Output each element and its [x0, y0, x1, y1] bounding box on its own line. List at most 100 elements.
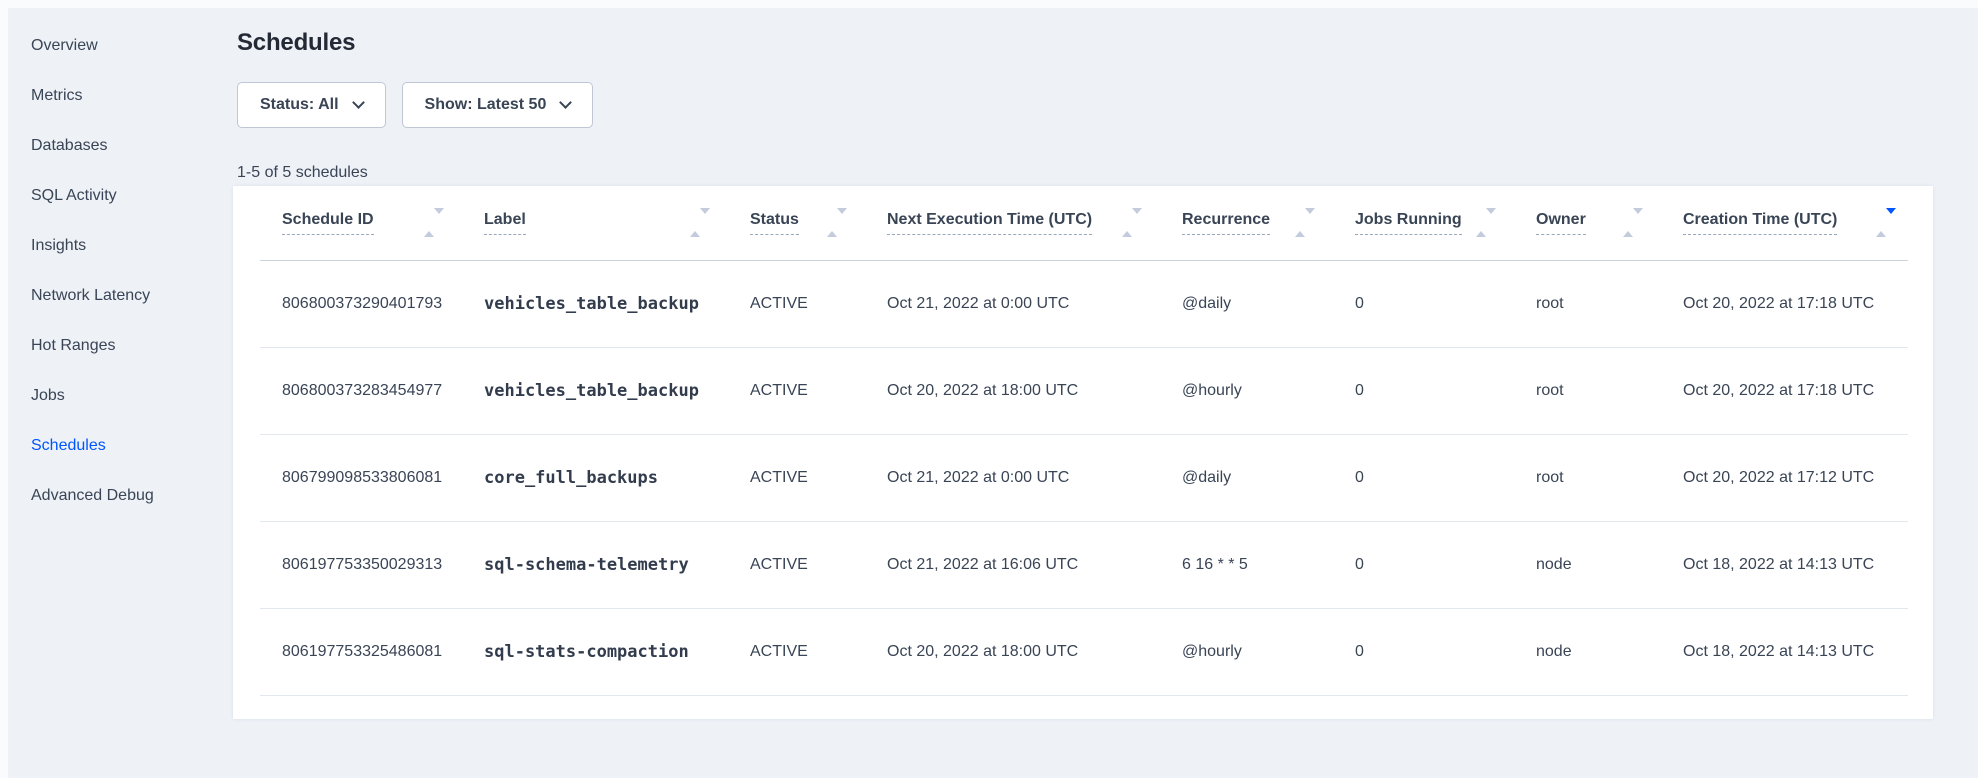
- sidebar-item-label: Overview: [31, 37, 98, 55]
- filter-bar: Status: All Show: Latest 50: [237, 82, 1978, 128]
- cell-owner: node: [1536, 521, 1683, 608]
- sort-icon[interactable]: [1623, 214, 1643, 232]
- cell-status: ACTIVE: [750, 608, 887, 695]
- cell-jobs-running: 0: [1355, 608, 1536, 695]
- cell-status: ACTIVE: [750, 434, 887, 521]
- sort-up-arrow-icon: [1623, 214, 1633, 237]
- column-header-schedule-id[interactable]: Schedule ID: [260, 186, 484, 260]
- cell-label: sql-stats-compaction: [484, 608, 750, 695]
- cell-recurrence: @hourly: [1182, 347, 1355, 434]
- sort-icon[interactable]: [424, 214, 444, 232]
- sidebar-item-databases[interactable]: Databases: [8, 121, 233, 171]
- sort-icon[interactable]: [1876, 214, 1896, 232]
- column-label: Next Execution Time (UTC): [887, 211, 1092, 235]
- sidebar-item-label: SQL Activity: [31, 187, 117, 205]
- column-header-creation-time[interactable]: Creation Time (UTC): [1683, 186, 1908, 260]
- main-content: Schedules Status: All Show: Latest 50 1-…: [233, 8, 1978, 719]
- cell-schedule-id: 806197753350029313: [260, 521, 484, 608]
- cell-schedule-id: 806197753325486081: [260, 608, 484, 695]
- sidebar-nav-list: Overview Metrics Databases SQL Activity Insi…: [8, 21, 233, 521]
- column-label: Recurrence: [1182, 211, 1270, 235]
- cell-creation-time: Oct 20, 2022 at 17:18 UTC: [1683, 347, 1908, 434]
- column-header-label[interactable]: Label: [484, 186, 750, 260]
- cell-next-execution: Oct 21, 2022 at 16:06 UTC: [887, 521, 1182, 608]
- sidebar-item-insights[interactable]: Insights: [8, 221, 233, 271]
- column-header-jobs-running[interactable]: Jobs Running: [1355, 186, 1536, 260]
- column-header-owner[interactable]: Owner: [1536, 186, 1683, 260]
- sidebar-item-jobs[interactable]: Jobs: [8, 371, 233, 421]
- sort-down-arrow-icon: [837, 208, 847, 231]
- column-header-recurrence[interactable]: Recurrence: [1182, 186, 1355, 260]
- cell-recurrence: @hourly: [1182, 608, 1355, 695]
- cell-creation-time: Oct 18, 2022 at 14:13 UTC: [1683, 608, 1908, 695]
- cell-status: ACTIVE: [750, 347, 887, 434]
- sort-icon[interactable]: [690, 214, 710, 232]
- sidebar-item-label: Advanced Debug: [31, 487, 154, 505]
- column-label: Label: [484, 211, 526, 235]
- sort-icon[interactable]: [1295, 214, 1315, 232]
- sort-down-arrow-icon: [1886, 208, 1896, 231]
- show-filter-label: Show: Latest 50: [425, 96, 547, 114]
- cell-owner: root: [1536, 434, 1683, 521]
- schedules-page: Overview Metrics Databases SQL Activity Insi…: [0, 0, 1978, 778]
- cell-label: vehicles_table_backup: [484, 260, 750, 347]
- column-label: Jobs Running: [1355, 211, 1462, 235]
- sort-up-arrow-icon: [1122, 214, 1132, 237]
- column-label: Schedule ID: [282, 211, 374, 235]
- cell-creation-time: Oct 18, 2022 at 14:13 UTC: [1683, 521, 1908, 608]
- cell-status: ACTIVE: [750, 260, 887, 347]
- chevron-down-icon: [559, 96, 572, 109]
- column-header-inner: Recurrence: [1182, 211, 1355, 235]
- table-row: 806799098533806081core_full_backupsACTIV…: [260, 434, 1908, 521]
- app-canvas: Overview Metrics Databases SQL Activity Insi…: [8, 8, 1978, 778]
- column-header-next-execution[interactable]: Next Execution Time (UTC): [887, 186, 1182, 260]
- sort-up-arrow-icon: [1876, 214, 1886, 237]
- sidebar-item-label: Hot Ranges: [31, 337, 116, 355]
- status-filter-dropdown[interactable]: Status: All: [237, 82, 386, 128]
- cell-recurrence: @daily: [1182, 434, 1355, 521]
- column-label: Status: [750, 211, 799, 235]
- cell-owner: root: [1536, 260, 1683, 347]
- chevron-down-icon: [352, 96, 365, 109]
- cell-label: core_full_backups: [484, 434, 750, 521]
- sort-up-arrow-icon: [1295, 214, 1305, 237]
- sort-down-arrow-icon: [700, 208, 710, 231]
- sidebar-item-label: Metrics: [31, 87, 83, 105]
- cell-schedule-id: 806799098533806081: [260, 434, 484, 521]
- column-header-inner: Schedule ID: [260, 211, 484, 235]
- cell-next-execution: Oct 20, 2022 at 18:00 UTC: [887, 608, 1182, 695]
- sort-icon[interactable]: [1476, 214, 1496, 232]
- sort-up-arrow-icon: [690, 214, 700, 237]
- cell-creation-time: Oct 20, 2022 at 17:12 UTC: [1683, 434, 1908, 521]
- page-title: Schedules: [237, 28, 1978, 58]
- show-filter-dropdown[interactable]: Show: Latest 50: [402, 82, 594, 128]
- column-header-inner: Label: [484, 211, 750, 235]
- column-header-inner: Next Execution Time (UTC): [887, 211, 1182, 235]
- cell-jobs-running: 0: [1355, 434, 1536, 521]
- cell-creation-time: Oct 20, 2022 at 17:18 UTC: [1683, 260, 1908, 347]
- sidebar-item-label: Insights: [31, 237, 86, 255]
- column-header-inner: Jobs Running: [1355, 211, 1536, 235]
- sidebar-item-advanced-debug[interactable]: Advanced Debug: [8, 471, 233, 521]
- sidebar-item-label: Network Latency: [31, 287, 150, 305]
- results-count: 1-5 of 5 schedules: [237, 162, 1978, 184]
- sidebar: Overview Metrics Databases SQL Activity Insi…: [8, 8, 233, 521]
- sidebar-item-metrics[interactable]: Metrics: [8, 71, 233, 121]
- cell-owner: node: [1536, 608, 1683, 695]
- schedules-table: Schedule ID Label Status Next Execution Tim…: [260, 186, 1908, 696]
- sidebar-item-label: Schedules: [31, 437, 106, 455]
- sort-down-arrow-icon: [1633, 208, 1643, 231]
- cell-recurrence: 6 16 * * 5: [1182, 521, 1355, 608]
- column-label: Owner: [1536, 211, 1586, 235]
- sort-down-arrow-icon: [1305, 208, 1315, 231]
- column-header-status[interactable]: Status: [750, 186, 887, 260]
- sidebar-item-overview[interactable]: Overview: [8, 21, 233, 71]
- sort-icon[interactable]: [827, 214, 847, 232]
- sidebar-item-network-latency[interactable]: Network Latency: [8, 271, 233, 321]
- sort-down-arrow-icon: [1486, 208, 1496, 231]
- sidebar-item-hot-ranges[interactable]: Hot Ranges: [8, 321, 233, 371]
- sort-icon[interactable]: [1122, 214, 1142, 232]
- sidebar-item-schedules[interactable]: Schedules: [8, 421, 233, 471]
- sidebar-item-sql-activity[interactable]: SQL Activity: [8, 171, 233, 221]
- table-row: 806197753325486081sql-stats-compactionAC…: [260, 608, 1908, 695]
